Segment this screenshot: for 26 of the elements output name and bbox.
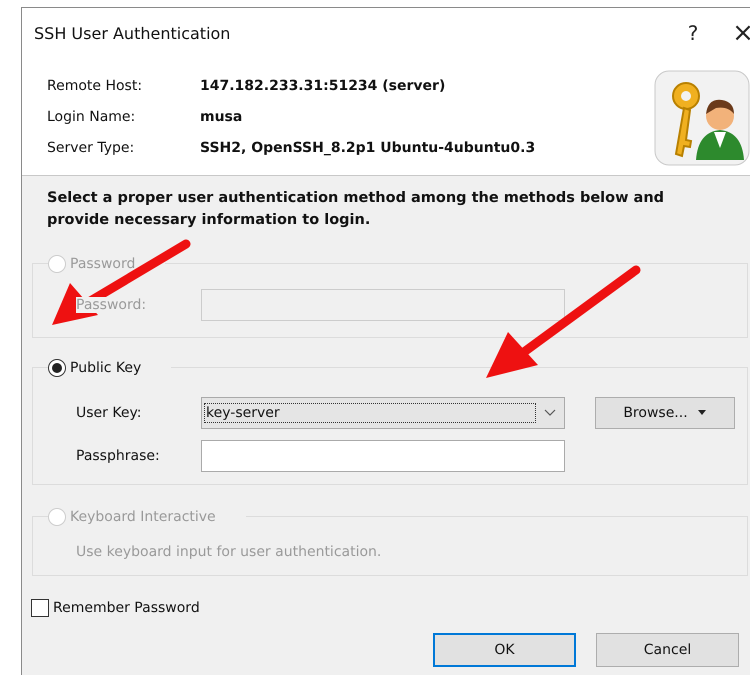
browse-button[interactable]: Browse...: [594, 396, 734, 428]
method-description: Use keyboard input for user authentication.: [76, 542, 382, 562]
checkbox-label[interactable]: Remember Password: [53, 600, 200, 616]
info-label: Server Type:: [47, 140, 136, 156]
close-button[interactable]: ×: [718, 13, 750, 53]
passphrase-field[interactable]: [201, 440, 565, 472]
info-value: musa: [200, 109, 242, 125]
field-label: User Key:: [76, 404, 142, 420]
radio-label[interactable]: Public Key: [70, 360, 142, 376]
user-key-dropdown[interactable]: key-server: [201, 396, 565, 428]
field-label: Passphrase:: [76, 448, 160, 464]
ok-button[interactable]: OK: [433, 632, 576, 666]
help-button[interactable]: ?: [668, 13, 718, 53]
window-title: SSH User Authentication: [34, 24, 232, 42]
password-field[interactable]: [201, 288, 565, 320]
chevron-down-icon: [544, 408, 556, 416]
info-value: SSH2, OpenSSH_8.2p1 Ubuntu-4ubuntu0.3: [200, 140, 536, 156]
info-label: Remote Host:: [47, 78, 144, 94]
field-label: Password:: [76, 296, 146, 312]
radio-button[interactable]: [48, 358, 66, 376]
caret-icon: [698, 410, 706, 415]
info-label: Login Name:: [47, 109, 136, 125]
instruction-text: Select a proper user authentication method among the methods below and provide necessary information to login.: [47, 189, 666, 230]
info-value: 147.182.233.31:51234 (server): [200, 78, 446, 94]
cancel-button[interactable]: Cancel: [596, 632, 739, 666]
checkbox[interactable]: [31, 598, 49, 616]
